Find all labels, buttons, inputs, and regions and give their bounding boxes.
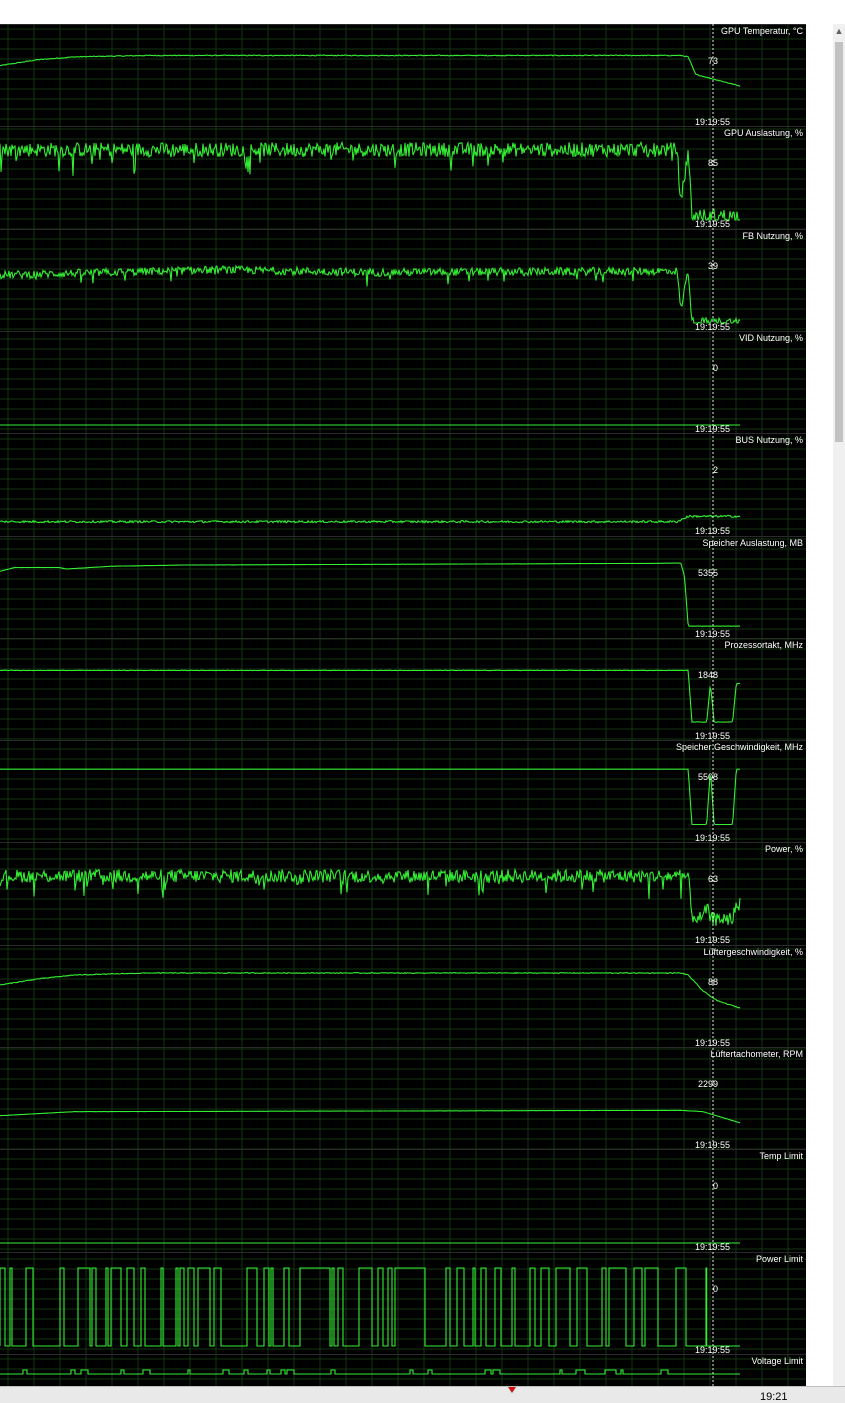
panel-gap (806, 24, 833, 1386)
graph-title-core-clock: Prozessortakt, MHz (724, 640, 803, 650)
cursor-value-fan-tach: 2299 (698, 1079, 718, 1089)
graph-title-bus-usage: BUS Nutzung, % (735, 435, 803, 445)
series-line-fb-usage (0, 264, 741, 325)
graph-title-gpu-temperature: GPU Temperatur, °C (721, 26, 803, 36)
time-label-bus-usage: 19:19:55 (695, 526, 730, 536)
series-line-gpu-temperature (0, 54, 741, 87)
graph-title-fan-tach: Lüftertachometer, RPM (710, 1049, 803, 1059)
cursor-value-gpu-load: 85 (708, 158, 718, 168)
graph-panel-memory-clock[interactable]: Speicher Geschwindigkeit, MHz5508550819:… (0, 740, 806, 844)
graph-panel-power-limit[interactable]: Power Limit0019:19:55 (0, 1252, 806, 1356)
cursor-value-power-limit: 0 (713, 1284, 718, 1294)
graph-panel-core-clock[interactable]: Prozessortakt, MHz1848145519:19:55 (0, 638, 806, 742)
graph-title-temp-limit: Temp Limit (759, 1151, 803, 1161)
scrollbar-thumb[interactable] (835, 42, 843, 442)
series-line-memory-clock (0, 768, 740, 826)
graph-title-memory-clock: Speicher Geschwindigkeit, MHz (676, 742, 804, 752)
graph-panel-voltage-limit[interactable]: Voltage Limit (0, 1354, 806, 1375)
series-line-memory-usage (0, 562, 740, 627)
graph-panel-memory-usage[interactable]: Speicher Auslastung, MB535530819:19:55 (0, 536, 806, 640)
graph-title-voltage-limit: Voltage Limit (751, 1356, 803, 1366)
cursor-value-memory-clock: 5508 (698, 772, 718, 782)
taskbar-clock[interactable]: 19:21 (760, 1391, 788, 1403)
cursor-value-power: 63 (708, 874, 718, 884)
cursor-value-vid-usage: 0 (713, 363, 718, 373)
time-label-fb-usage: 19:19:55 (695, 322, 730, 332)
graph-panel-gpu-temperature[interactable]: GPU Temperatur, °C735219:19:55 (0, 24, 806, 128)
graphs-canvas: GPU Temperatur, °C735219:19:55GPU Auslas… (0, 24, 806, 1386)
cursor-value-core-clock: 1848 (698, 670, 718, 680)
grid-lines (0, 24, 806, 1386)
graph-title-memory-usage: Speicher Auslastung, MB (702, 538, 803, 548)
graph-panel-temp-limit[interactable]: Temp Limit0019:19:55 (0, 1149, 806, 1253)
graph-title-vid-usage: VID Nutzung, % (739, 333, 803, 343)
series-line-fan-speed (0, 971, 741, 1009)
taskbar: 19:21 (0, 1386, 845, 1403)
time-label-temp-limit: 19:19:55 (695, 1242, 730, 1252)
cursor-value-bus-usage: 2 (713, 465, 718, 475)
cursor-value-memory-usage: 5355 (698, 568, 718, 578)
graph-panel-fan-speed[interactable]: Lüftergeschwindigkeit, %885119:19:55 (0, 945, 806, 1049)
series-line-power-limit (0, 1267, 740, 1347)
series-line-gpu-load (0, 140, 740, 222)
graph-title-power-limit: Power Limit (756, 1254, 804, 1264)
graph-title-power: Power, % (765, 844, 803, 854)
graph-title-fan-speed: Lüftergeschwindigkeit, % (703, 947, 803, 957)
graph-panel-fb-usage[interactable]: FB Nutzung, %39119:19:55 (0, 229, 806, 333)
series-line-fan-tach (0, 1109, 741, 1124)
graph-title-gpu-load: GPU Auslastung, % (724, 128, 803, 138)
time-label-fan-speed: 19:19:55 (695, 1038, 730, 1048)
series-line-voltage-limit (0, 1369, 740, 1375)
graph-panel-power[interactable]: Power, %634419:19:55 (0, 842, 806, 946)
position-marker-icon (508, 1387, 516, 1393)
series-line-power (0, 867, 741, 926)
scroll-up-icon[interactable]: ▲ (833, 24, 845, 38)
series-line-core-clock (0, 669, 741, 723)
monitoring-graph-panel[interactable]: GPU Temperatur, °C735219:19:55GPU Auslas… (0, 24, 806, 1386)
graph-title-fb-usage: FB Nutzung, % (742, 231, 803, 241)
vertical-scrollbar[interactable]: ▲ (833, 24, 845, 1386)
graph-panel-gpu-load[interactable]: GPU Auslastung, %85519:19:55 (0, 126, 806, 230)
cursor-value-temp-limit: 0 (713, 1181, 718, 1191)
window-top-bar (0, 0, 845, 24)
